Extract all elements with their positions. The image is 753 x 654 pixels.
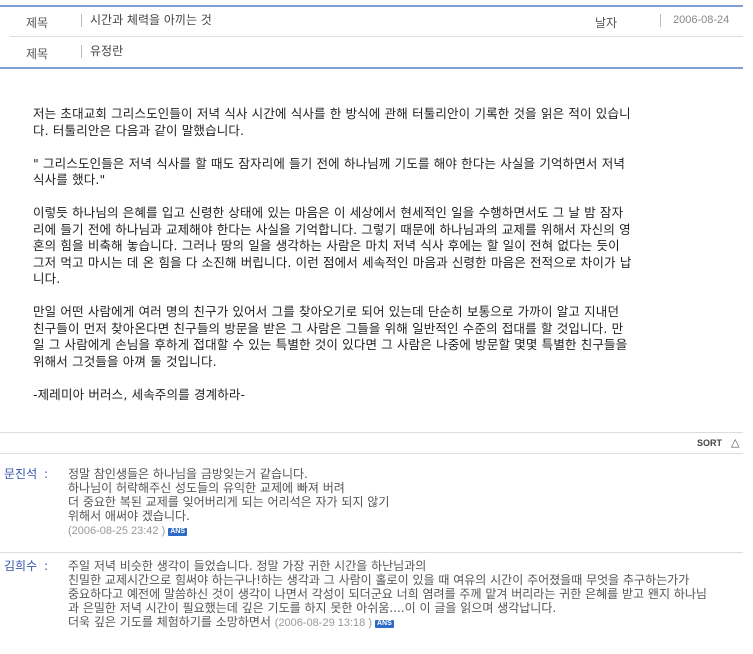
ans-badge[interactable]: ANS [375,620,394,628]
article-paragraph: 만일 어떤 사람에게 여러 명의 친구가 있어서 그를 찾아오기로 되어 있는데… [33,304,628,369]
comment-text: 주일 저녁 비슷한 생각이 들었습니다. 정말 가장 귀한 시간을 하난님과의 … [68,559,707,629]
comment-text: 정말 참인생들은 하나님을 금방잊는거 같습니다. 하나님이 허락해주신 성도들… [68,467,390,523]
comment-timestamp: (2006-08-29 13:18 ) [274,617,372,629]
author-label: 제목 [26,47,49,61]
comment-body: 주일 저녁 비슷한 생각이 들었습니다. 정말 가장 귀한 시간을 하난님과의 … [68,559,707,630]
article-source: -제레미아 버러스, 세속주의를 경계하라- [33,386,246,402]
comment-timestamp: (2006-08-25 23:42 ) [68,525,166,537]
comment-divider [0,552,743,553]
article-body: 저는 초대교회 그리스도인들이 저녁 식사 시간에 식사를 한 방식에 관해 터… [33,106,719,420]
comments-top-divider [0,432,743,433]
comment-author[interactable]: 문진석 [4,467,37,481]
comment-colon: : [44,559,49,573]
triangle-up-icon[interactable]: △ [731,436,739,449]
header-bottom-border [0,67,743,69]
comment-author[interactable]: 김희수 [4,559,37,573]
author-row: 제목 유정란 [10,37,743,67]
comment-item: 문진석 : 정말 참인생들은 하나님을 금방잊는거 같습니다. 하나님이 허락해… [0,467,743,547]
sort-button[interactable]: SORT [697,438,722,448]
comment-colon: : [44,467,49,481]
sort-divider [0,453,743,454]
comment-item: 김희수 : 주일 저녁 비슷한 생각이 들었습니다. 정말 가장 귀한 시간을 … [0,559,743,649]
article-paragraph: " 그리스도인들은 저녁 식사를 할 때도 잠자리에 들기 전에 하나님께 기도… [33,155,626,188]
article-paragraph: 이렇듯 하나님의 은혜를 입고 신령한 상태에 있는 마음은 이 세상에서 현세… [33,205,632,286]
ans-badge[interactable]: ANS [168,528,188,536]
article-paragraph: 저는 초대교회 그리스도인들이 저녁 식사 시간에 식사를 한 방식에 관해 터… [33,106,631,138]
title-row: 제목 시간과 체력을 아끼는 것 날자 2006-08-24 [10,6,743,36]
post-author: 유정란 [81,45,123,58]
comment-body: 정말 참인생들은 하나님을 금방잊는거 같습니다. 하나님이 허락해주신 성도들… [68,467,389,538]
date-label: 날자 [595,16,618,30]
post-date: 2006-08-24 [660,14,729,27]
title-label: 제목 [26,16,49,30]
post-title: 시간과 체력을 아끼는 것 [81,14,212,27]
